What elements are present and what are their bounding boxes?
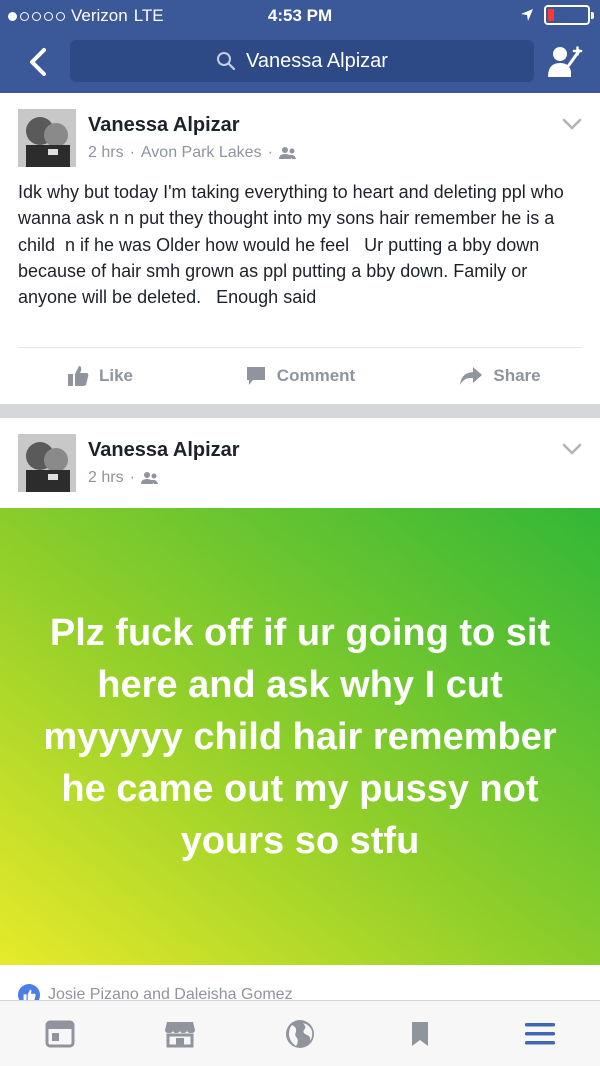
like-label: Like <box>98 366 134 385</box>
post-text: Plz fuck off if ur going to sit here and… <box>43 611 557 862</box>
back-button[interactable] <box>20 42 56 82</box>
search-query: Vanessa Alpizar <box>246 49 388 72</box>
share-button[interactable]: Share <box>400 355 600 397</box>
comment-button[interactable]: Comment <box>200 355 400 397</box>
divider <box>18 347 582 348</box>
comment-label: Comment <box>276 366 356 385</box>
add-friend-icon <box>548 46 583 77</box>
marketplace-icon <box>165 1021 195 1047</box>
globe-icon <box>286 1019 314 1048</box>
status-bar: Verizon LTE 4:53 PM <box>0 0 600 32</box>
share-label: Share <box>493 366 541 385</box>
battery-icon <box>544 5 594 25</box>
friends-audience-icon <box>278 147 296 159</box>
menu-icon <box>525 1022 555 1044</box>
search-icon <box>217 52 236 71</box>
tab-bar <box>0 1000 600 1066</box>
separator-dot: · <box>267 144 273 161</box>
separator-dot: · <box>129 144 135 161</box>
chevron-down-icon[interactable] <box>562 117 582 131</box>
post-author[interactable]: Vanessa Alpizar <box>88 439 240 462</box>
post-text: Idk why but today I'm taking everything … <box>18 182 569 308</box>
friend-request-button[interactable] <box>545 42 585 82</box>
search-field[interactable]: Vanessa Alpizar <box>70 40 534 82</box>
post-meta: 2 hrs · <box>88 469 159 487</box>
post-time[interactable]: 2 hrs <box>88 469 124 487</box>
post-card: Vanessa Alpizar 2 hrs · Plz fuck off if … <box>0 418 600 1008</box>
news-feed-icon <box>45 1020 75 1047</box>
clock: 4:53 PM <box>267 6 333 25</box>
location-icon <box>521 9 533 21</box>
like-button[interactable]: Like <box>0 355 200 397</box>
comment-icon <box>246 367 265 385</box>
navigation-bar: Verizon LTE 4:53 PM Vanessa Alpizar <box>0 0 600 93</box>
tab-marketplace[interactable] <box>120 1001 240 1066</box>
post-actions: Like Comment Share <box>0 355 600 397</box>
tab-saved[interactable] <box>360 1001 480 1066</box>
post-meta: 2 hrs · Avon Park Lakes · <box>88 144 297 162</box>
separator-dot: · <box>129 469 135 486</box>
thumbs-up-icon <box>67 366 89 386</box>
chevron-down-icon[interactable] <box>562 442 582 456</box>
tab-notifications[interactable] <box>240 1001 360 1066</box>
post-card: Vanessa Alpizar 2 hrs · Avon Park Lakes … <box>0 93 600 404</box>
tab-menu[interactable] <box>480 1001 600 1066</box>
bookmark-icon <box>412 1021 428 1046</box>
tab-news-feed[interactable] <box>0 1001 120 1066</box>
share-arrow-icon <box>460 367 483 385</box>
chevron-left-icon <box>30 48 46 76</box>
friends-audience-icon <box>140 472 158 484</box>
avatar[interactable] <box>18 434 76 492</box>
background-text-post: Plz fuck off if ur going to sit here and… <box>0 508 600 965</box>
post-location[interactable]: Avon Park Lakes <box>141 144 262 162</box>
avatar[interactable] <box>18 109 76 167</box>
post-author[interactable]: Vanessa Alpizar <box>88 114 240 137</box>
post-time[interactable]: 2 hrs <box>88 144 124 162</box>
